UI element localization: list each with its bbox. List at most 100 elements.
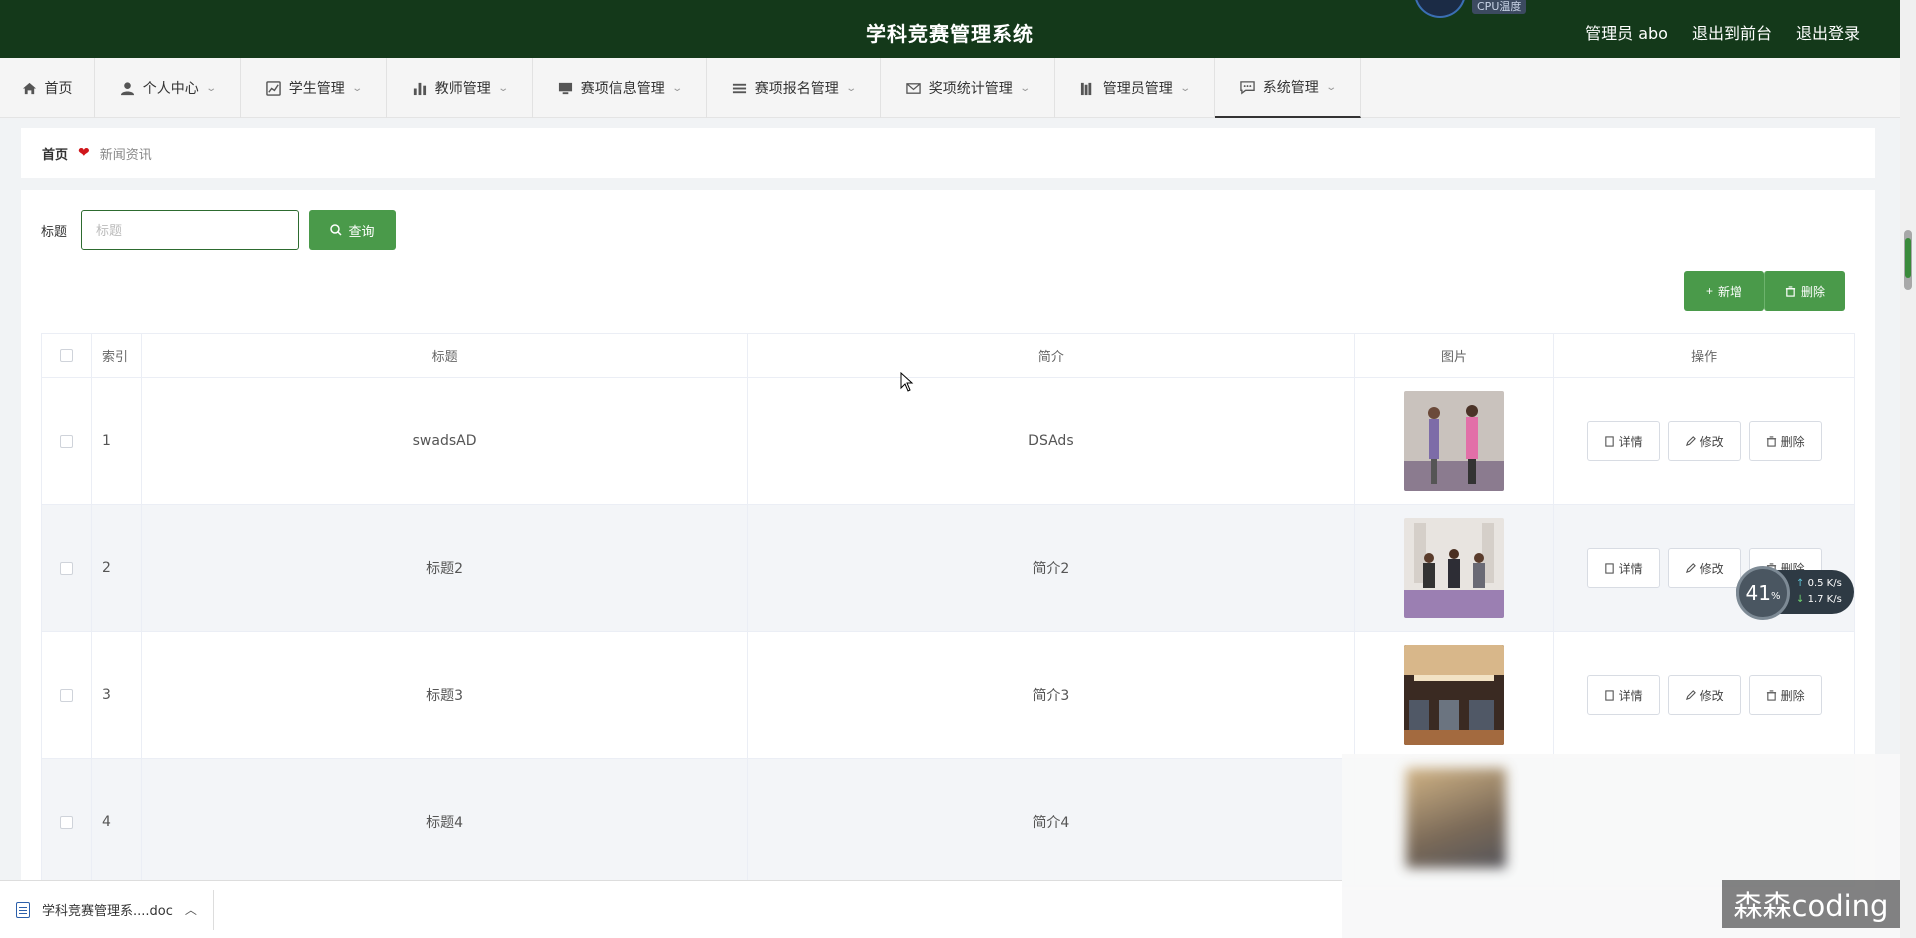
row-checkbox-cell xyxy=(42,378,92,504)
pencil-icon xyxy=(1685,689,1696,700)
delete-button[interactable]: 删除 xyxy=(1748,675,1822,715)
row-thumbnail[interactable] xyxy=(1403,518,1504,618)
row-desc: 简介4 xyxy=(748,759,1355,885)
row-checkbox[interactable] xyxy=(59,561,73,575)
search-label: 标题 xyxy=(41,224,68,240)
add-button-label: 新增 xyxy=(1718,284,1743,299)
edit-button[interactable]: 修改 xyxy=(1667,421,1741,461)
row-image-cell xyxy=(1355,505,1555,631)
row-checkbox[interactable] xyxy=(59,815,73,829)
table-row: 3 标题3 简介3 详情 修改 删除 xyxy=(42,632,1854,759)
logout-link[interactable]: 退出登录 xyxy=(1796,20,1860,44)
nav-label: 系统管理 xyxy=(1262,80,1319,96)
column-header-index: 索引 xyxy=(92,334,142,377)
chevron-down-icon: ⌄ xyxy=(351,82,363,94)
breadcrumb-home[interactable]: 首页 xyxy=(42,144,68,163)
breadcrumb-current: 新闻资讯 xyxy=(99,147,152,163)
detail-label: 详情 xyxy=(1618,434,1643,449)
speed-readout: ↑ 0.5 K/s ↓ 1.7 K/s xyxy=(1796,576,1842,608)
nav-event-info-management[interactable]: 赛项信息管理 ⌄ xyxy=(533,58,707,118)
trash-icon xyxy=(1785,285,1796,297)
column-header-image: 图片 xyxy=(1355,334,1555,377)
trash-icon xyxy=(1766,689,1776,701)
query-button[interactable]: 查询 xyxy=(309,210,396,250)
nav-admin-management[interactable]: 管理员管理 ⌄ xyxy=(1055,58,1215,118)
nav-label: 奖项统计管理 xyxy=(928,81,1013,97)
document-icon xyxy=(1604,435,1614,447)
pencil-icon xyxy=(1685,562,1696,573)
nav-system-management[interactable]: 系统管理 ⌄ xyxy=(1215,58,1361,118)
mail-icon xyxy=(906,82,921,94)
row-checkbox[interactable] xyxy=(59,688,73,702)
nav-teacher-management[interactable]: 教师管理 ⌄ xyxy=(387,58,533,118)
network-speed-widget[interactable]: 41% ↑ 0.5 K/s ↓ 1.7 K/s xyxy=(1736,566,1854,620)
cpu-label: CPU温度 xyxy=(1472,0,1527,14)
watermark: 森森coding xyxy=(1722,880,1900,928)
nav-event-registration-management[interactable]: 赛项报名管理 ⌄ xyxy=(707,58,881,118)
row-index: 3 xyxy=(92,632,142,758)
nav-student-management[interactable]: 学生管理 ⌄ xyxy=(241,58,387,118)
row-title: swadsAD xyxy=(142,378,749,504)
nav-label: 赛项信息管理 xyxy=(580,81,665,97)
percent-unit: % xyxy=(1770,590,1781,602)
edit-label: 修改 xyxy=(1699,434,1724,449)
row-image-cell xyxy=(1355,632,1555,758)
back-to-front-link[interactable]: 退出到前台 xyxy=(1692,20,1772,44)
row-desc: 简介2 xyxy=(748,505,1355,631)
row-checkbox[interactable] xyxy=(59,434,73,448)
upload-speed: 0.5 xyxy=(1807,578,1824,589)
books-icon xyxy=(1080,82,1092,95)
chevron-up-icon[interactable]: ︿ xyxy=(185,901,197,918)
row-desc: 简介3 xyxy=(748,632,1355,758)
nav-award-statistics-management[interactable]: 奖项统计管理 ⌄ xyxy=(881,58,1055,118)
blurred-thumbnail xyxy=(1406,768,1506,868)
heart-icon: ❤ xyxy=(78,145,90,161)
cpu-gauge-icon xyxy=(1414,0,1466,18)
document-icon xyxy=(1604,562,1614,574)
detail-button[interactable]: 详情 xyxy=(1586,421,1660,461)
edit-button[interactable]: 修改 xyxy=(1667,548,1741,588)
row-checkbox-cell xyxy=(42,632,92,758)
table-row: 1 swadsAD DSAds 详情 修改 删除 xyxy=(42,378,1854,505)
user-icon xyxy=(120,81,134,95)
word-document-icon xyxy=(16,901,30,918)
row-thumbnail[interactable] xyxy=(1403,391,1504,491)
title-search-input[interactable] xyxy=(81,210,299,250)
download-arrow-icon: ↓ xyxy=(1796,594,1805,605)
download-unit: K/s xyxy=(1826,594,1842,605)
delete-button[interactable]: 删除 xyxy=(1748,421,1822,461)
download-item[interactable]: 学科竞赛管理系....doc ︿ xyxy=(0,889,214,930)
search-row: 标题 查询 xyxy=(41,210,396,250)
row-checkbox-cell xyxy=(42,505,92,631)
add-button[interactable]: + 新增 xyxy=(1684,271,1764,311)
row-checkbox-cell xyxy=(42,759,92,885)
download-filename: 学科竞赛管理系....doc xyxy=(42,904,173,919)
memory-percent: 41 xyxy=(1745,581,1771,605)
main-nav: 首页 个人中心 ⌄ 学生管理 ⌄ 教师管理 ⌄ 赛项信息管理 ⌄ 赛项报名管理 … xyxy=(0,58,1900,118)
batch-delete-label: 删除 xyxy=(1800,284,1825,299)
chevron-down-icon: ⌄ xyxy=(205,82,217,94)
search-icon xyxy=(330,224,343,236)
mouse-cursor-icon xyxy=(900,372,914,392)
nav-home[interactable]: 首页 xyxy=(0,58,95,118)
row-index: 1 xyxy=(92,378,142,504)
detail-label: 详情 xyxy=(1618,561,1643,576)
page-scrollbar[interactable] xyxy=(1900,0,1916,938)
bar-chart-icon xyxy=(413,82,426,95)
row-title: 标题2 xyxy=(142,505,749,631)
detail-button[interactable]: 详情 xyxy=(1586,548,1660,588)
edit-button[interactable]: 修改 xyxy=(1667,675,1741,715)
row-desc: DSAds xyxy=(748,378,1355,504)
row-index: 4 xyxy=(92,759,142,885)
column-header-title: 标题 xyxy=(142,334,749,377)
home-icon xyxy=(22,82,36,94)
edit-label: 修改 xyxy=(1699,688,1724,703)
query-button-label: 查询 xyxy=(348,223,375,239)
nav-personal-center[interactable]: 个人中心 ⌄ xyxy=(95,58,241,118)
row-thumbnail[interactable] xyxy=(1403,645,1504,745)
detail-button[interactable]: 详情 xyxy=(1586,675,1660,715)
breadcrumb: 首页 ❤ 新闻资讯 xyxy=(21,128,1875,178)
chevron-down-icon: ⌄ xyxy=(497,82,509,94)
batch-delete-button[interactable]: 删除 xyxy=(1764,271,1845,311)
select-all-checkbox[interactable] xyxy=(59,349,73,362)
